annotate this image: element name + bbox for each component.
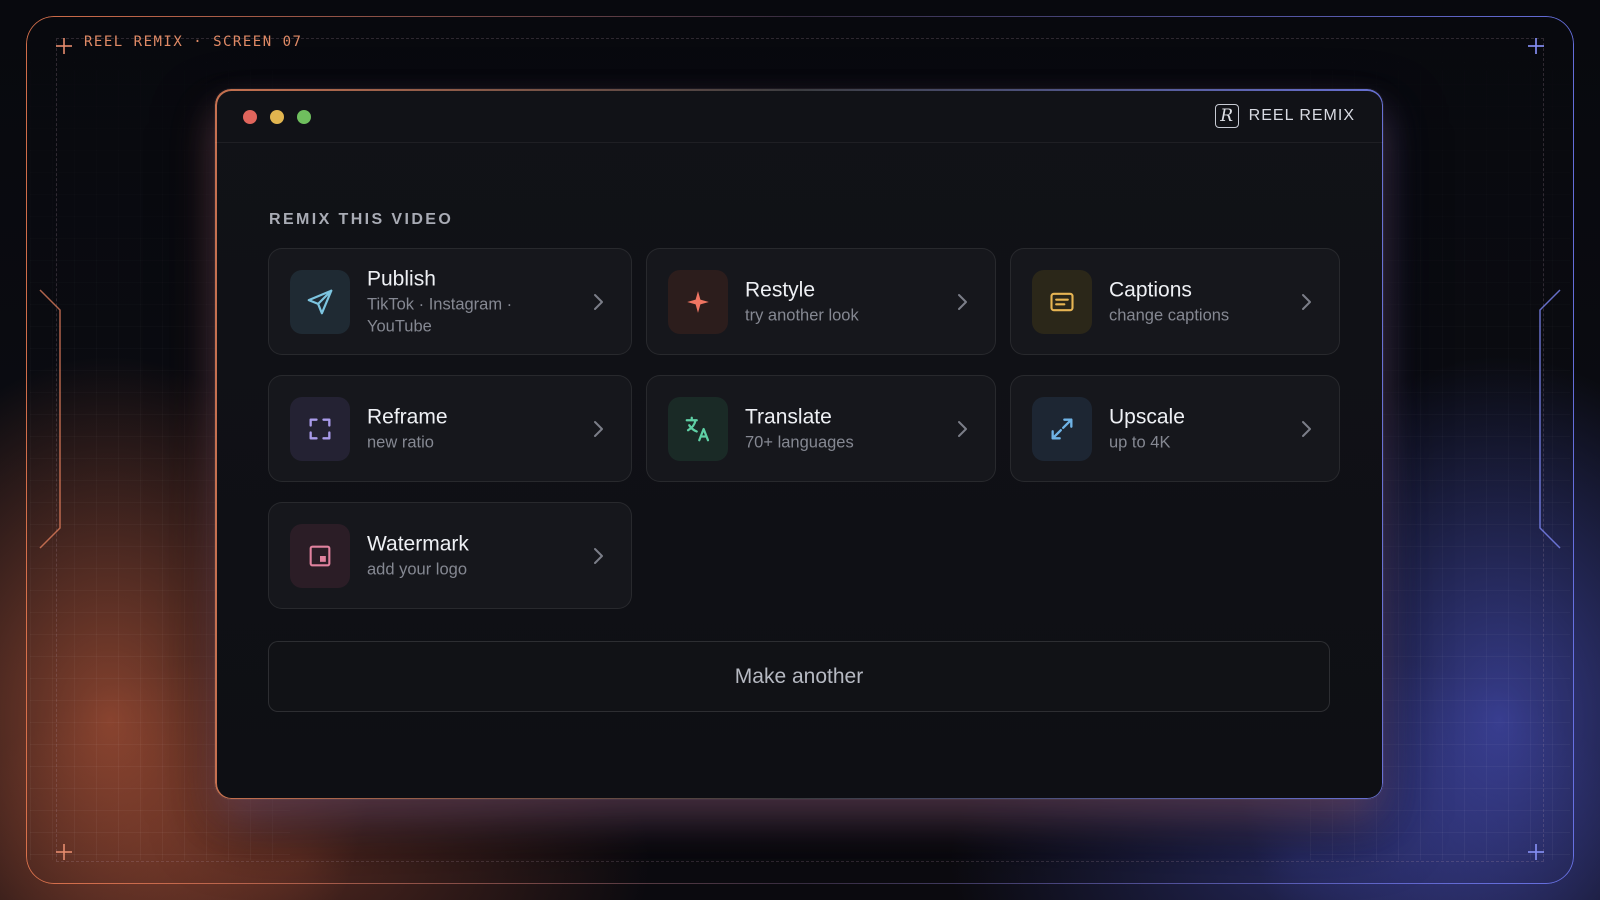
brand: R REEL REMIX [1214, 104, 1355, 128]
option-title: Watermark [367, 532, 469, 555]
corner-plus-icon [1528, 844, 1544, 860]
option-text: Captions change captions [1109, 277, 1319, 326]
option-subtitle: change captions [1109, 306, 1230, 324]
option-subtitle: add your logo [367, 560, 467, 578]
option-card-upscale[interactable]: Upscale up to 4K [1010, 375, 1340, 482]
option-card-watermark[interactable]: Watermark add your logo [268, 502, 632, 609]
option-card-translate[interactable]: Translate 70+ languages [646, 375, 996, 482]
expand-icon [1032, 397, 1092, 461]
option-text: Restyle try another look [745, 277, 955, 326]
option-card-publish[interactable]: Publish TikTok · Instagram · YouTube [268, 248, 632, 355]
option-card-restyle[interactable]: Restyle try another look [646, 248, 996, 355]
reframe-icon [290, 397, 350, 461]
title-bar: R REEL REMIX [215, 89, 1383, 143]
chevron-right-icon [594, 420, 603, 437]
option-card-reframe[interactable]: Reframe new ratio [268, 375, 632, 482]
option-text: Watermark add your logo [367, 531, 577, 580]
send-icon [290, 270, 350, 334]
brand-name: REEL REMIX [1248, 107, 1355, 124]
corner-plus-icon [56, 844, 72, 860]
chevron-right-icon [958, 293, 967, 310]
chevron-right-icon [1302, 293, 1311, 310]
chevron-right-icon [1302, 420, 1311, 437]
translate-icon [668, 397, 728, 461]
option-text: Publish TikTok · Instagram · YouTube [367, 266, 577, 337]
option-subtitle: TikTok · Instagram · YouTube [367, 295, 513, 335]
option-title: Upscale [1109, 405, 1185, 428]
chevron-right-icon [594, 547, 603, 564]
captions-icon [1032, 270, 1092, 334]
screen-tag: REEL REMIX · SCREEN 07 [84, 34, 303, 50]
option-text: Translate 70+ languages [745, 404, 955, 453]
option-subtitle: try another look [745, 306, 859, 324]
right-bracket [1538, 288, 1562, 550]
option-title: Publish [367, 267, 436, 290]
sparkle-icon [668, 270, 728, 334]
app-window: R REEL REMIX REMIX THIS VIDEO Publish Ti… [215, 89, 1383, 799]
watermark-icon [290, 524, 350, 588]
option-title: Reframe [367, 405, 448, 428]
option-text: Reframe new ratio [367, 404, 577, 453]
corner-plus-icon [1528, 38, 1544, 54]
option-title: Translate [745, 405, 832, 428]
backdrop: REEL REMIX · SCREEN 07 R REEL REMIX REMI… [0, 0, 1600, 900]
brand-logo-icon: R [1214, 104, 1239, 128]
option-card-captions[interactable]: Captions change captions [1010, 248, 1340, 355]
option-subtitle: 70+ languages [745, 433, 854, 451]
maximize-window-button[interactable] [297, 110, 311, 124]
minimize-window-button[interactable] [270, 110, 284, 124]
option-text: Upscale up to 4K [1109, 404, 1319, 453]
corner-plus-icon [56, 38, 72, 54]
chevron-right-icon [594, 293, 603, 310]
left-bracket [38, 288, 62, 550]
option-subtitle: up to 4K [1109, 433, 1171, 451]
close-window-button[interactable] [243, 110, 257, 124]
option-title: Captions [1109, 278, 1192, 301]
section-title: REMIX THIS VIDEO [269, 211, 454, 228]
option-subtitle: new ratio [367, 433, 434, 451]
make-another-button[interactable]: Make another [268, 641, 1330, 712]
chevron-right-icon [958, 420, 967, 437]
option-title: Restyle [745, 278, 816, 301]
